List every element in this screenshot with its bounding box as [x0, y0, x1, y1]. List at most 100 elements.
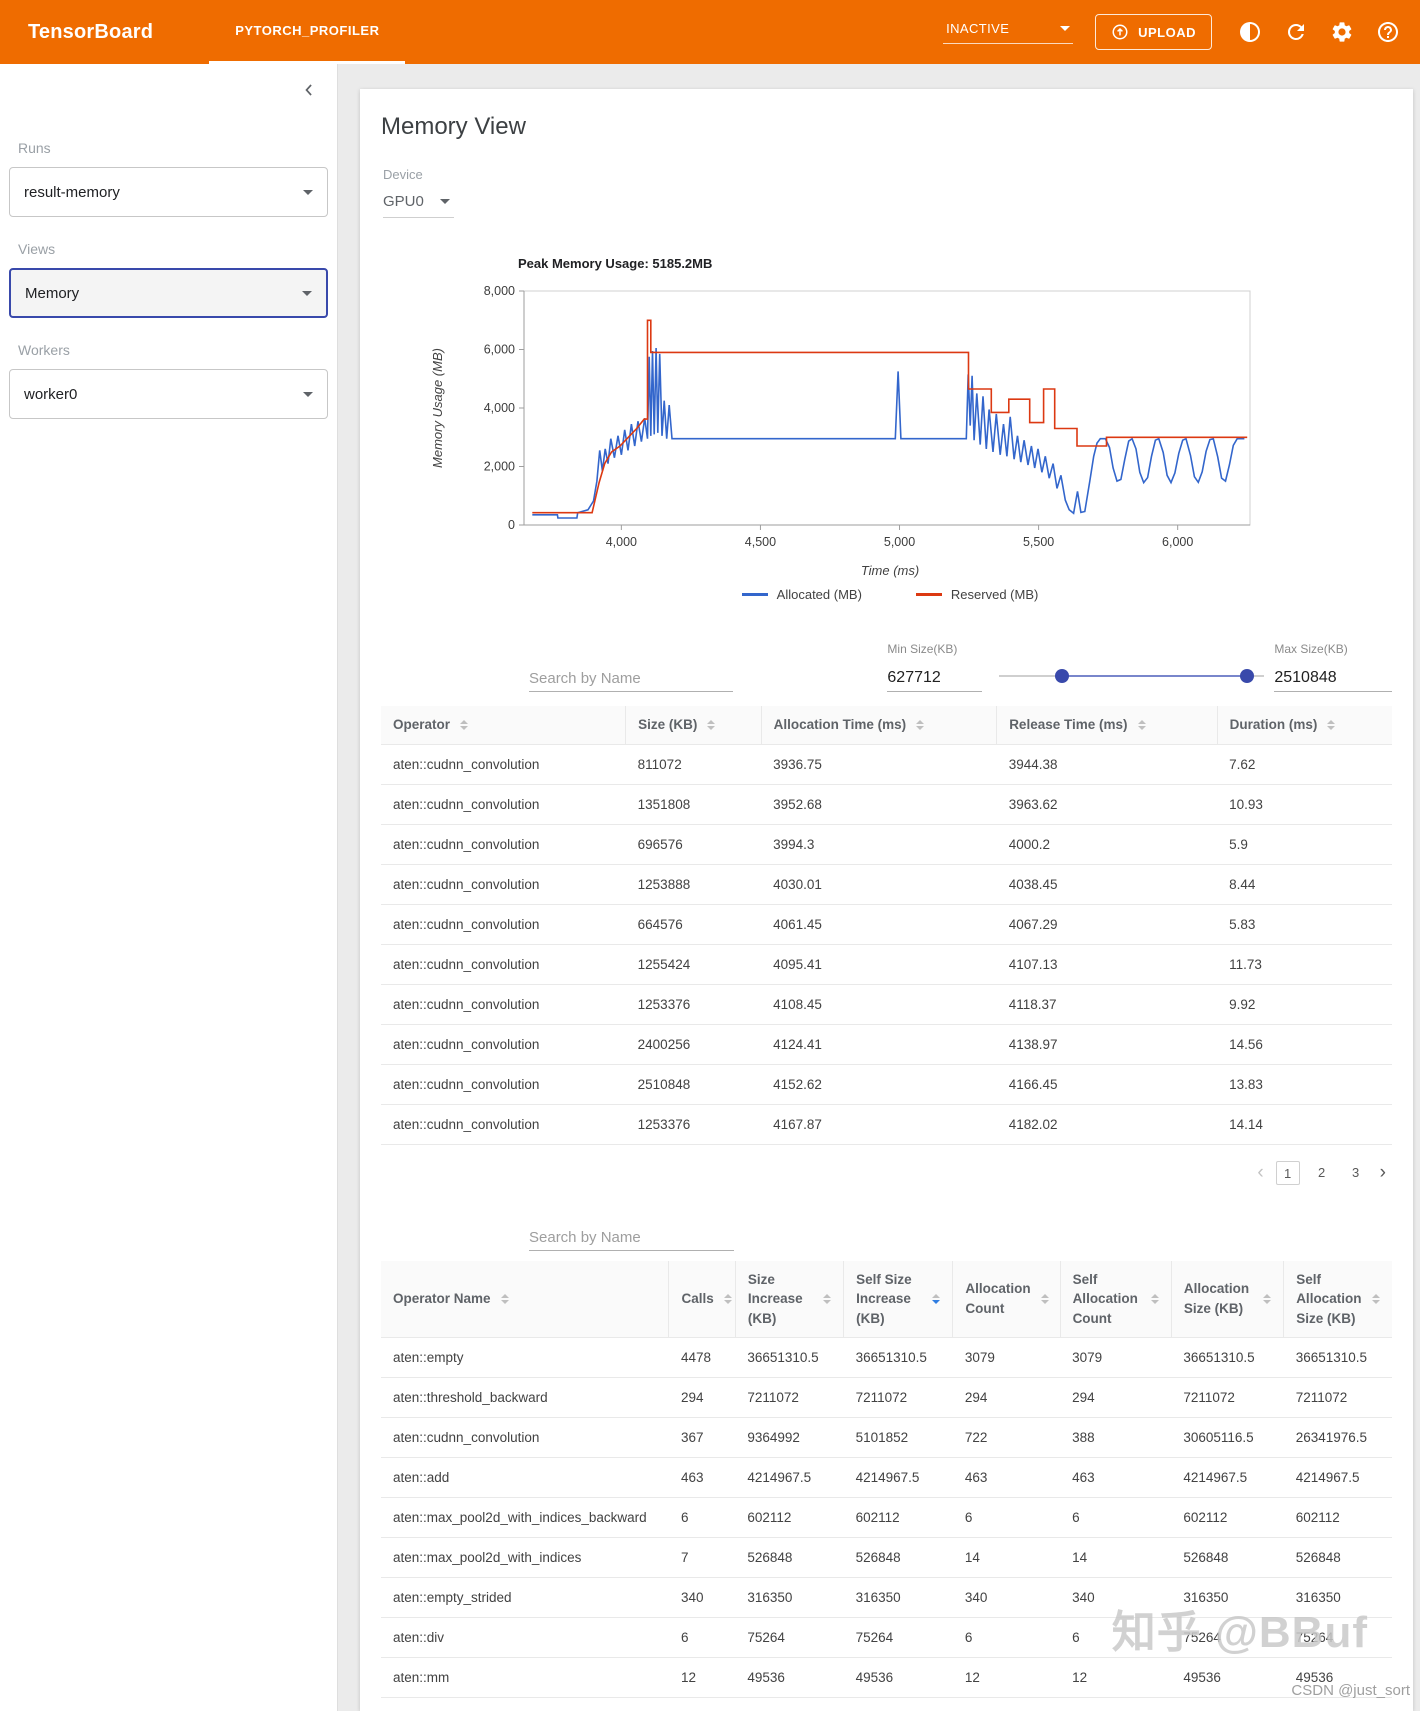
column-header[interactable]: Duration (ms) — [1217, 706, 1392, 744]
views-select[interactable]: Memory — [9, 268, 328, 318]
chevron-down-icon — [1060, 26, 1070, 31]
svg-text:6,000: 6,000 — [484, 343, 515, 357]
workers-label: Workers — [18, 342, 319, 358]
value-cell: 3079 — [953, 1338, 1060, 1378]
pagination-prev[interactable]: ‹ — [1255, 1162, 1265, 1184]
svg-text:4,000: 4,000 — [606, 535, 637, 549]
value-cell: 30605116.5 — [1171, 1418, 1283, 1458]
search-by-name-input[interactable] — [529, 666, 733, 692]
contrast-icon — [1238, 20, 1262, 44]
table-row: aten::cudnn_convolution6645764061.454067… — [381, 904, 1392, 944]
pagination-page-1[interactable]: 1 — [1276, 1161, 1300, 1185]
value-cell: 1536 — [735, 1698, 843, 1711]
table-row: aten::cudnn_convolution13518083952.68396… — [381, 784, 1392, 824]
column-header[interactable]: Release Time (ms) — [997, 706, 1217, 744]
svg-text:4,000: 4,000 — [484, 401, 515, 415]
value-cell: 463 — [669, 1458, 735, 1498]
svg-text:4,500: 4,500 — [745, 535, 776, 549]
sort-carets-icon — [1041, 1294, 1049, 1304]
column-header[interactable]: Calls — [669, 1261, 735, 1338]
column-header[interactable]: Allocation Size (KB) — [1171, 1261, 1283, 1338]
workers-select-value: worker0 — [24, 386, 77, 403]
column-header[interactable]: Self Allocation Size (KB) — [1284, 1261, 1392, 1338]
column-header[interactable]: Operator — [381, 706, 626, 744]
run-status-select[interactable]: INACTIVE — [943, 21, 1073, 44]
column-label: Self Allocation Size (KB) — [1296, 1270, 1362, 1329]
tab-pytorch-profiler[interactable]: PYTORCH_PROFILER — [209, 0, 405, 64]
theme-toggle-button[interactable] — [1230, 12, 1270, 52]
value-cell: 367 — [669, 1418, 735, 1458]
value-cell: 602112 — [844, 1498, 953, 1538]
value-cell: 1536 — [1171, 1698, 1283, 1711]
upload-button[interactable]: UPLOAD — [1095, 14, 1212, 50]
value-cell: 4182.02 — [997, 1104, 1217, 1144]
tensorboard-logo: TensorBoard — [28, 21, 153, 44]
value-cell: 602112 — [735, 1498, 843, 1538]
value-cell: 340 — [669, 1578, 735, 1618]
upload-icon — [1111, 23, 1129, 41]
size-range-slider[interactable] — [999, 660, 1264, 688]
table-row: aten::max_pool2d_with_indices_backward66… — [381, 1498, 1392, 1538]
max-size-input[interactable] — [1274, 665, 1392, 692]
sidebar: Runs result-memory Views Memory Workers … — [0, 64, 338, 1711]
pagination-page-3[interactable]: 3 — [1344, 1161, 1368, 1185]
column-label: Self Size Increase (KB) — [856, 1270, 922, 1329]
value-cell: 664576 — [626, 904, 761, 944]
value-cell: 602112 — [1284, 1498, 1392, 1538]
value-cell: 5101852 — [844, 1418, 953, 1458]
operator-cell: aten::div — [381, 1618, 669, 1658]
device-select[interactable]: GPU0 — [383, 191, 454, 218]
value-cell: 526848 — [1171, 1538, 1283, 1578]
slider-handle-max[interactable] — [1240, 669, 1254, 683]
value-cell: 7211072 — [1284, 1378, 1392, 1418]
table-row: aten::cudnn_convolution6965763994.34000.… — [381, 824, 1392, 864]
column-label: Calls — [681, 1289, 713, 1309]
column-header[interactable]: Allocation Count — [953, 1261, 1060, 1338]
operator-cell: aten::cudnn_convolution — [381, 824, 626, 864]
column-header[interactable]: Operator Name — [381, 1261, 669, 1338]
pagination-next[interactable]: › — [1378, 1162, 1388, 1184]
value-cell: 6 — [669, 1698, 735, 1711]
help-icon — [1376, 20, 1400, 44]
value-cell: 75264 — [735, 1618, 843, 1658]
legend-reserved: Reserved (MB) — [916, 587, 1038, 602]
help-button[interactable] — [1368, 12, 1408, 52]
sort-carets-icon — [932, 1294, 940, 1304]
column-header[interactable]: Size (KB) — [626, 706, 761, 744]
value-cell: 6 — [1060, 1498, 1171, 1538]
column-header[interactable]: Self Allocation Count — [1060, 1261, 1171, 1338]
value-cell: 36651310.5 — [1284, 1338, 1392, 1378]
runs-select[interactable]: result-memory — [9, 167, 328, 217]
table-row: aten::cudnn_convolution24002564124.41413… — [381, 1024, 1392, 1064]
collapse-sidebar-button[interactable] — [299, 80, 319, 100]
operator-cell: aten::cudnn_convolution — [381, 864, 626, 904]
value-cell: 75264 — [844, 1618, 953, 1658]
value-cell: 294 — [1060, 1378, 1171, 1418]
column-header[interactable]: Size Increase (KB) — [735, 1261, 843, 1338]
value-cell: 1253376 — [626, 1104, 761, 1144]
slider-handle-min[interactable] — [1055, 669, 1069, 683]
value-cell: 4118.37 — [997, 984, 1217, 1024]
column-header[interactable]: Allocation Time (ms) — [761, 706, 997, 744]
search-by-name-input-2[interactable] — [529, 1225, 734, 1251]
value-cell: 3952.68 — [761, 784, 997, 824]
sort-carets-icon — [460, 720, 468, 730]
min-size-input[interactable] — [887, 665, 982, 692]
value-cell: 4138.97 — [997, 1024, 1217, 1064]
value-cell: 13.83 — [1217, 1064, 1392, 1104]
table-row: aten::cudnn_convolution12554244095.41410… — [381, 944, 1392, 984]
workers-select[interactable]: worker0 — [9, 369, 328, 419]
operator-cell: aten::cudnn_convolution — [381, 744, 626, 784]
settings-button[interactable] — [1322, 12, 1362, 52]
column-header[interactable]: Self Size Increase (KB) — [844, 1261, 953, 1338]
app-header: TensorBoard PYTORCH_PROFILER INACTIVE UP… — [0, 0, 1420, 64]
value-cell: 7211072 — [844, 1378, 953, 1418]
pagination-page-2[interactable]: 2 — [1310, 1161, 1334, 1185]
value-cell: 14.14 — [1217, 1104, 1392, 1144]
value-cell: 6 — [953, 1498, 1060, 1538]
table-row: aten::empty447836651310.536651310.530793… — [381, 1338, 1392, 1378]
chevron-left-icon — [299, 80, 319, 100]
header-controls: INACTIVE UPLOAD — [943, 12, 1408, 52]
refresh-button[interactable] — [1276, 12, 1316, 52]
run-status-value: INACTIVE — [946, 21, 1009, 36]
